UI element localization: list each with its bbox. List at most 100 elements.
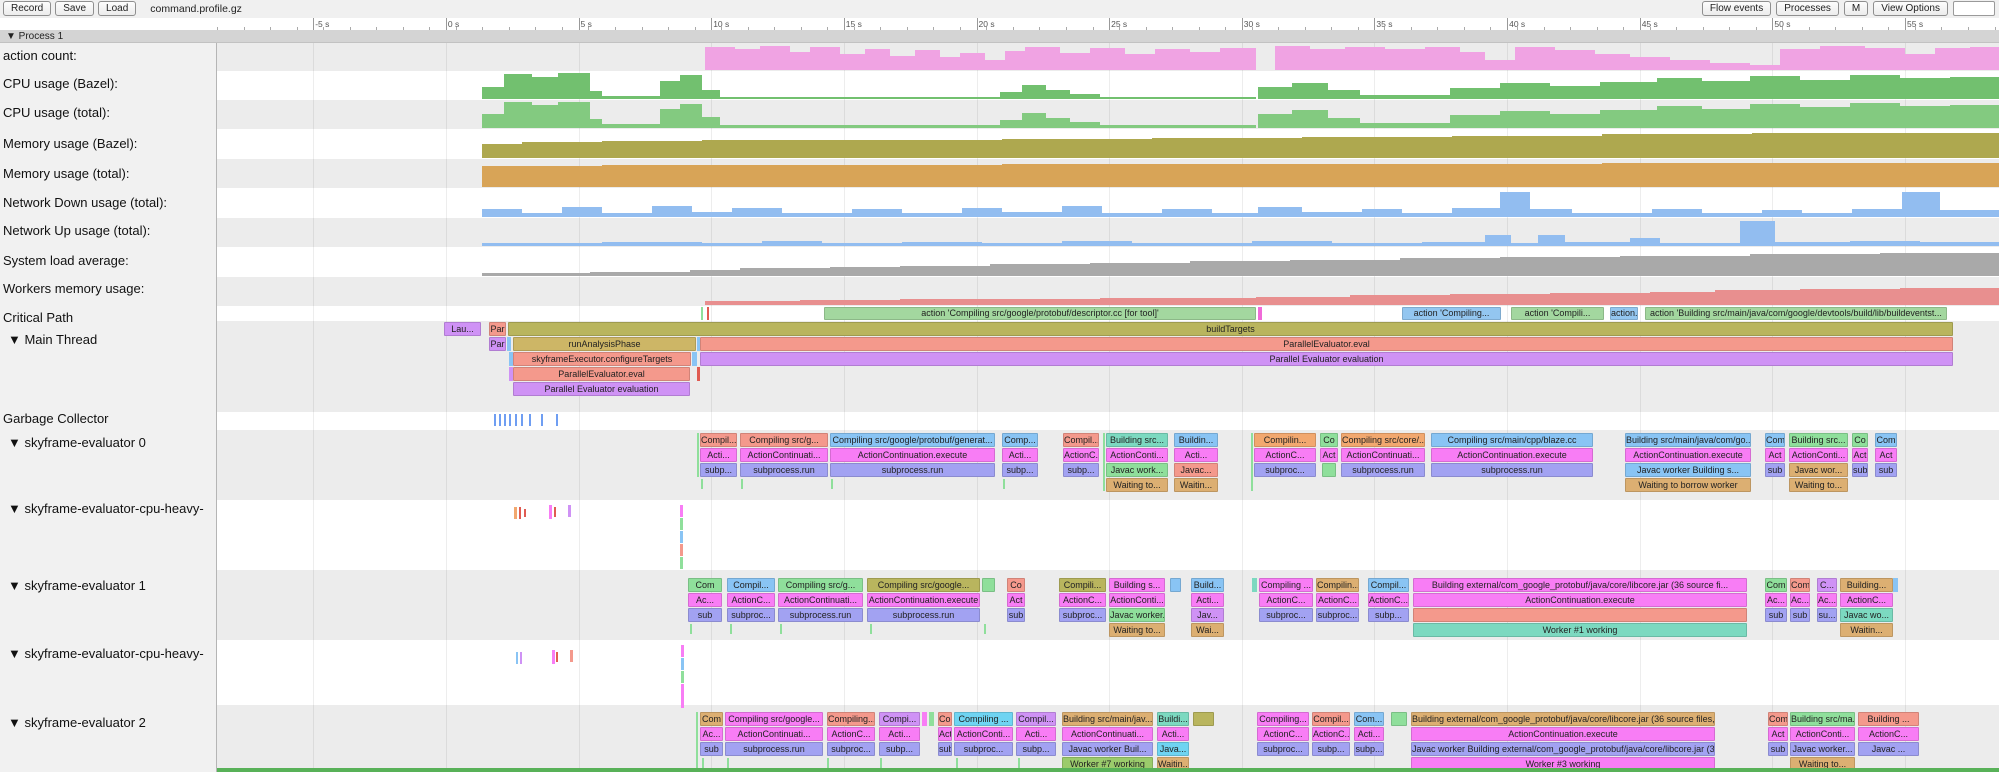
trace-block[interactable]: ActionC... [1254, 448, 1316, 462]
trace-block[interactable]: subp... [1354, 742, 1384, 756]
trace-block[interactable]: sub [1875, 463, 1897, 477]
track-group-label[interactable]: ▼ Main Thread [8, 332, 97, 347]
trace-block[interactable]: Javac worker... [1790, 742, 1855, 756]
trace-tick[interactable] [982, 578, 995, 592]
trace-tick[interactable] [702, 758, 704, 768]
trace-tick[interactable] [515, 414, 517, 426]
trace-block[interactable]: Com [1765, 578, 1787, 592]
trace-block[interactable]: Waitin... [1174, 478, 1218, 492]
trace-block[interactable]: Com... [1354, 712, 1384, 726]
trace-block[interactable]: Buildi... [1157, 712, 1189, 726]
trace-block[interactable]: Compilin... [1254, 433, 1316, 447]
trace-block[interactable]: ActionContinuation.execute [1431, 448, 1593, 462]
trace-tick[interactable] [520, 652, 522, 664]
trace-block[interactable]: Act [1768, 727, 1788, 741]
trace-block[interactable]: ActionC... [1316, 593, 1359, 607]
trace-block[interactable]: Compiling src/google... [725, 712, 823, 726]
trace-tick[interactable] [494, 414, 496, 426]
trace-block[interactable]: Javac worker... [1109, 608, 1165, 622]
trace-tick[interactable] [554, 507, 556, 517]
trace-block[interactable]: ActionContinuati... [1062, 727, 1153, 741]
trace-block[interactable]: ActionContinuation.execute [830, 448, 995, 462]
trace-block[interactable]: sub [1790, 608, 1810, 622]
trace-block[interactable]: sub [1007, 608, 1025, 622]
trace-block[interactable]: Javac worker Buil... [1062, 742, 1153, 756]
trace-tick[interactable] [870, 624, 872, 634]
trace-block[interactable]: subprocess.run [830, 463, 995, 477]
trace-block[interactable]: Building src... [1106, 433, 1168, 447]
trace-block[interactable]: Javac wor... [1789, 463, 1848, 477]
trace-block[interactable]: Waiting to borrow worker [1625, 478, 1751, 492]
trace-block[interactable]: Compiling... [1257, 712, 1309, 726]
trace-block[interactable]: subproc... [954, 742, 1013, 756]
trace-block[interactable]: Compiling src/main/cpp/blaze.cc [1431, 433, 1593, 447]
trace-block[interactable]: Compil... [727, 578, 775, 592]
trace-block[interactable]: Parallel Evaluator evaluation [700, 352, 1953, 366]
trace-block[interactable]: Ac... [1817, 593, 1837, 607]
trace-block[interactable]: Compil... [700, 433, 737, 447]
trace-tick[interactable] [680, 544, 683, 556]
trace-tick[interactable] [681, 684, 684, 708]
trace-block[interactable]: Acti... [1191, 593, 1224, 607]
trace-block[interactable]: subp... [1002, 463, 1038, 477]
track-group-label[interactable]: ▼ skyframe-evaluator-cpu-heavy- [8, 646, 204, 661]
trace-block[interactable]: ActionContinuation.execute [1413, 593, 1747, 607]
trace-tick[interactable] [1018, 758, 1020, 768]
trace-block[interactable]: C... [1817, 578, 1837, 592]
trace-tick[interactable] [524, 509, 526, 517]
trace-block[interactable]: ActionC... [727, 593, 775, 607]
trace-block[interactable]: Acti... [1174, 448, 1218, 462]
trace-block[interactable]: Javac worker Building external/com_googl… [1411, 742, 1715, 756]
trace-tick[interactable] [827, 758, 829, 768]
trace-block[interactable]: Building ... [1858, 712, 1919, 726]
trace-tick[interactable] [549, 505, 552, 519]
process-header[interactable]: ▼ Process 1 [0, 30, 1999, 43]
trace-block[interactable]: ParallelEvaluator.eval [513, 367, 690, 381]
trace-block[interactable]: Javac... [1174, 463, 1218, 477]
trace-tick[interactable] [556, 652, 558, 662]
trace-block[interactable]: Act [1852, 448, 1868, 462]
trace-tick[interactable] [1413, 608, 1747, 622]
trace-block[interactable]: ActionC... [1059, 593, 1106, 607]
trace-tick[interactable] [701, 479, 703, 489]
trace-tick[interactable] [956, 758, 958, 768]
trace-block[interactable]: Javac worker Building s... [1625, 463, 1751, 477]
trace-block[interactable]: ActionC... [1257, 727, 1309, 741]
trace-tick[interactable] [727, 758, 729, 768]
trace-block[interactable]: buildTargets [508, 322, 1953, 336]
trace-block[interactable]: Compil... [1016, 712, 1056, 726]
trace-block[interactable]: ActionContinuation.execute [867, 593, 980, 607]
flow-events-button[interactable]: Flow events [1702, 1, 1771, 16]
trace-block[interactable]: Comp... [1002, 433, 1038, 447]
trace-tick[interactable] [1251, 433, 1253, 491]
trace-block[interactable]: Building... [1840, 578, 1893, 592]
trace-block[interactable]: Acti... [1016, 727, 1056, 741]
trace-block[interactable]: Act [1007, 593, 1025, 607]
trace-block[interactable]: subprocess.run [1341, 463, 1425, 477]
trace-block[interactable]: subp... [1312, 742, 1350, 756]
trace-tick[interactable] [1193, 712, 1214, 726]
trace-tick[interactable] [730, 624, 732, 634]
view-options-button[interactable]: View Options [1873, 1, 1948, 16]
trace-block[interactable]: Act [1320, 448, 1338, 462]
trace-block[interactable]: Acti... [1157, 727, 1189, 741]
trace-block[interactable]: subp... [1016, 742, 1056, 756]
trace-tick[interactable] [680, 531, 683, 543]
trace-tick[interactable] [880, 758, 882, 768]
trace-tick[interactable] [680, 505, 683, 517]
trace-block[interactable]: Compiling ... [954, 712, 1013, 726]
trace-block[interactable]: action 'Building src/main/java/com/googl… [1645, 307, 1947, 320]
trace-block[interactable]: ActionConti... [1109, 593, 1165, 607]
track-group-label[interactable]: ▼ skyframe-evaluator-cpu-heavy- [8, 501, 204, 516]
trace-tick[interactable] [499, 414, 501, 426]
trace-tick[interactable] [681, 658, 684, 670]
trace-block[interactable]: Compil... [1063, 433, 1099, 447]
trace-block[interactable]: Building src/main/jav... [1062, 712, 1153, 726]
trace-block[interactable]: Compil... [1368, 578, 1409, 592]
trace-block[interactable]: Com [1768, 712, 1788, 726]
trace-block[interactable]: ActionC... [1312, 727, 1350, 741]
trace-block[interactable]: ActionC... [1858, 727, 1919, 741]
trace-block[interactable]: Co [1007, 578, 1025, 592]
record-button[interactable]: Record [3, 1, 51, 16]
trace-block[interactable]: subprocess.run [725, 742, 823, 756]
